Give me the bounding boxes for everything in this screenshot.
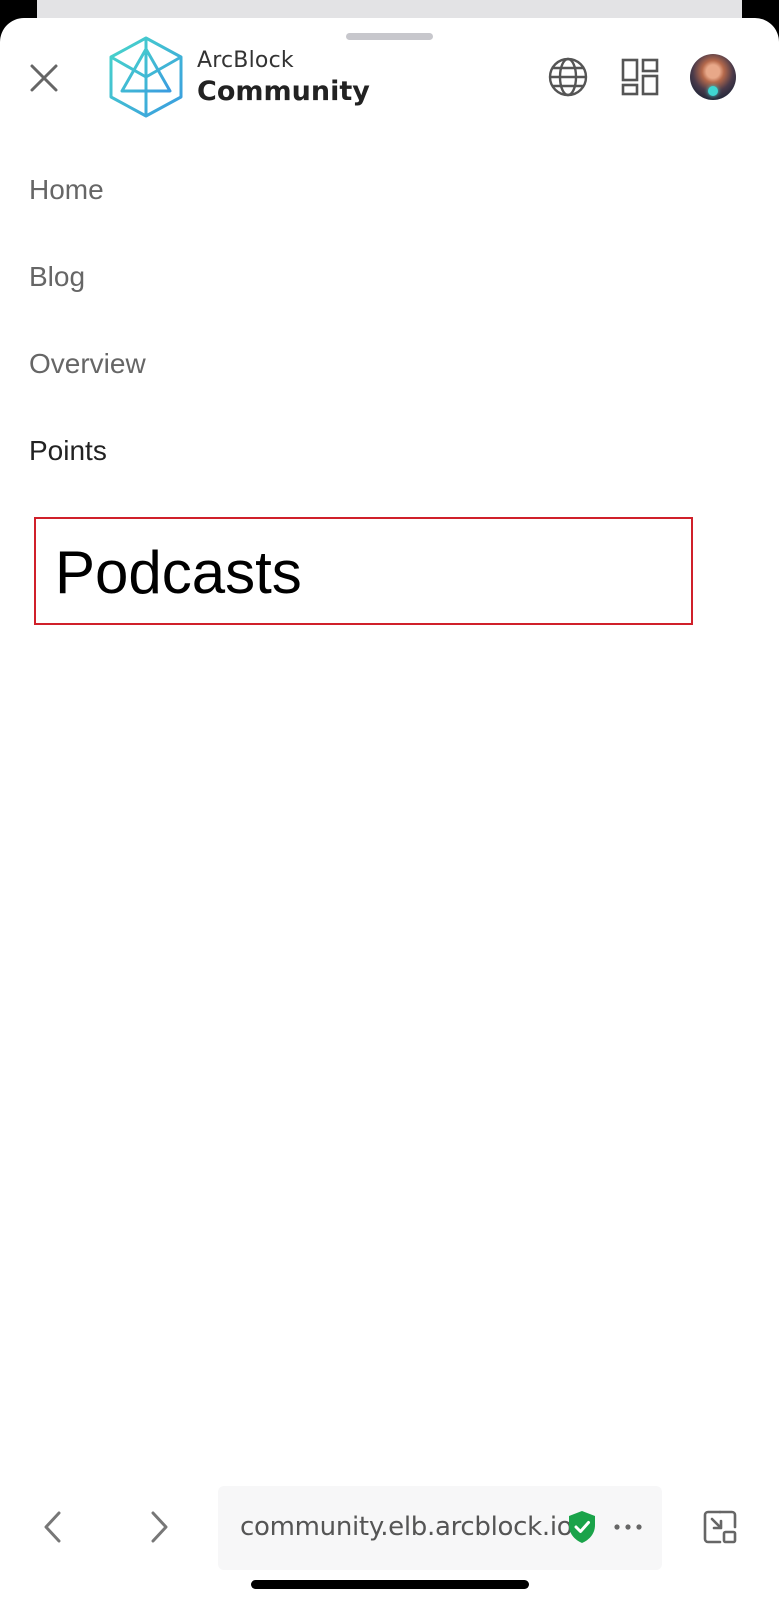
menu-item-points[interactable]: Points <box>29 434 107 468</box>
apps-grid-icon <box>621 58 659 96</box>
more-options-button[interactable] <box>610 1510 646 1544</box>
browser-back-button[interactable] <box>31 1505 75 1549</box>
chevron-right-icon <box>151 1511 168 1543</box>
close-icon <box>30 64 58 92</box>
brand-name[interactable]: ArcBlock Community <box>197 48 370 108</box>
chevron-left-icon <box>44 1511 61 1543</box>
language-button[interactable] <box>543 52 593 102</box>
menu-sheet: ArcBlock Community Home Blog Overview Po… <box>0 18 779 1600</box>
menu-item-home[interactable]: Home <box>29 173 104 207</box>
arcblock-logo[interactable] <box>106 35 186 119</box>
shield-check-icon <box>569 1511 595 1543</box>
apps-button[interactable] <box>615 52 665 102</box>
minimize-button[interactable] <box>698 1505 742 1549</box>
address-bar[interactable]: community.elb.arcblock.io <box>218 1486 662 1570</box>
picture-in-picture-icon <box>703 1510 737 1544</box>
globe-icon <box>548 57 588 97</box>
sheet-grabber[interactable] <box>346 33 433 40</box>
home-indicator[interactable] <box>251 1580 529 1589</box>
menu-item-podcasts[interactable]: Podcasts <box>34 517 693 625</box>
podcasts-label: Podcasts <box>55 539 302 606</box>
user-avatar[interactable] <box>690 54 736 100</box>
menu-item-overview[interactable]: Overview <box>29 347 146 381</box>
menu-item-blog[interactable]: Blog <box>29 260 85 294</box>
more-dots-icon <box>614 1524 642 1530</box>
close-button[interactable] <box>22 56 66 100</box>
browser-forward-button[interactable] <box>137 1505 181 1549</box>
url-text: community.elb.arcblock.io <box>240 1512 573 1542</box>
brand-top-label: ArcBlock <box>197 48 294 73</box>
brand-main-label: Community <box>197 76 370 107</box>
